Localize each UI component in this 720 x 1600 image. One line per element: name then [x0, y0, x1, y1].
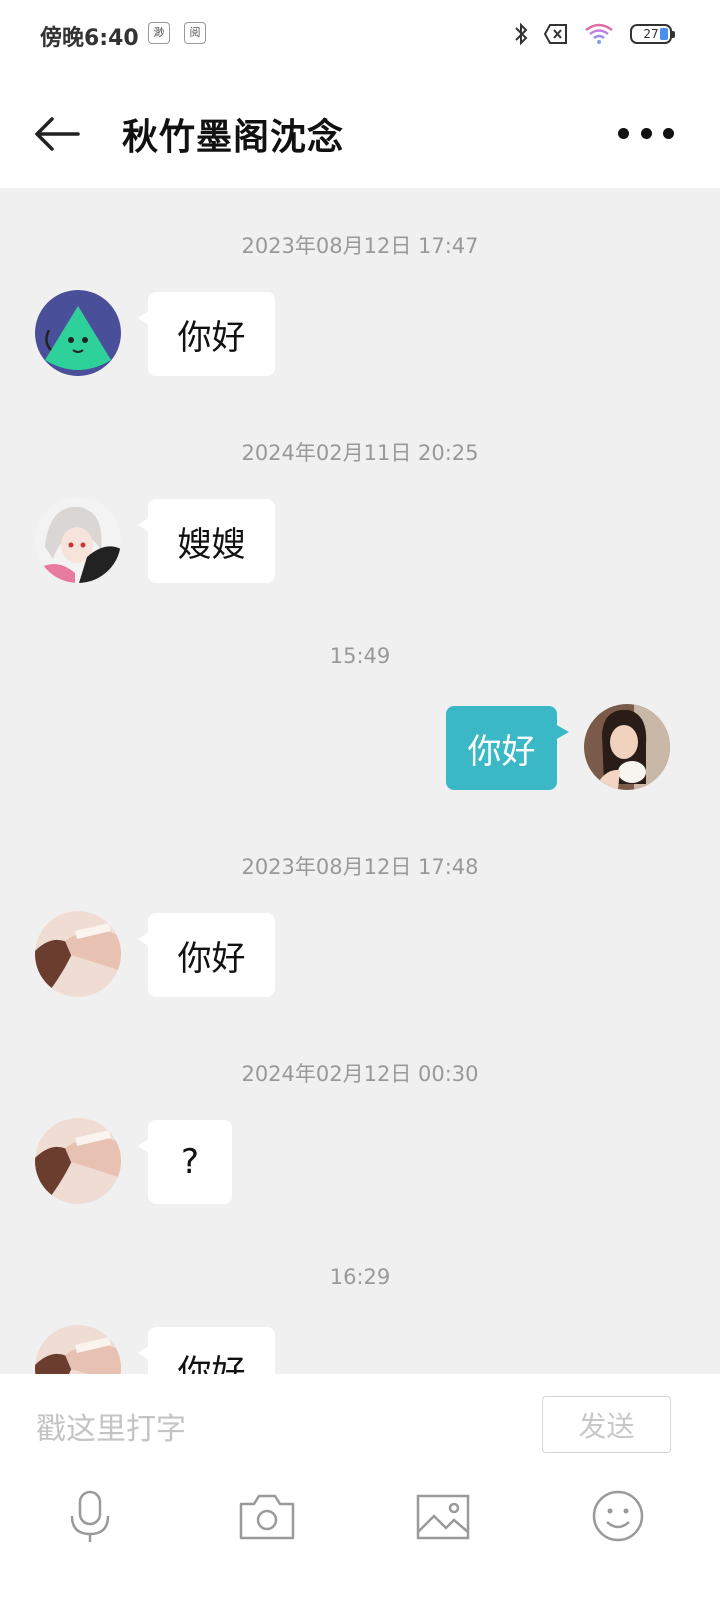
battery-icon: 27 — [630, 24, 675, 44]
camera-icon[interactable] — [236, 1486, 298, 1546]
message-bubble[interactable]: ? — [138, 1120, 232, 1204]
status-bar: 傍晚6:40 渺 阅 27 — [0, 0, 720, 70]
message-row: 你好 — [0, 911, 720, 1001]
chat-header: 秋竹墨阁沈念 — [0, 70, 720, 188]
arrow-left-icon — [35, 117, 80, 151]
avatar[interactable] — [584, 704, 670, 790]
chat-message-list[interactable]: 2023年08月12日 17:47 你好 2024年02月11日 20:25 嫂… — [0, 188, 720, 1374]
avatar[interactable] — [35, 911, 121, 997]
app-notification-icon: 渺 — [148, 22, 170, 44]
battery-level: 27 — [643, 27, 659, 41]
message-row: 你好 — [0, 290, 720, 380]
message-timestamp: 2024年02月11日 20:25 — [241, 441, 479, 465]
microphone-icon[interactable] — [60, 1486, 120, 1546]
message-timestamp: 16:29 — [329, 1265, 391, 1289]
image-icon[interactable] — [412, 1486, 474, 1546]
message-row: 你好 — [0, 1325, 720, 1374]
avatar[interactable] — [35, 290, 121, 376]
bluetooth-icon — [514, 22, 528, 46]
sim-error-icon — [544, 24, 568, 44]
message-input[interactable] — [36, 1404, 516, 1454]
chat-title: 秋竹墨阁沈念 — [122, 117, 345, 158]
message-timestamp: 2023年08月12日 17:47 — [241, 234, 479, 258]
avatar[interactable] — [35, 1325, 121, 1374]
status-indicators: 27 — [514, 20, 675, 48]
more-options-button[interactable] — [618, 126, 674, 140]
avatar[interactable] — [35, 1118, 121, 1204]
emoji-icon[interactable] — [588, 1486, 648, 1546]
message-timestamp: 2024年02月12日 00:30 — [241, 1062, 479, 1086]
avatar[interactable] — [35, 497, 121, 583]
message-row: 你好 — [0, 704, 720, 794]
more-horizontal-icon — [618, 127, 629, 139]
back-button[interactable] — [30, 106, 86, 162]
send-button[interactable]: 发送 — [542, 1396, 671, 1453]
message-bubble[interactable]: 你好 — [138, 913, 275, 997]
message-bubble[interactable]: 你好 — [446, 706, 569, 790]
message-timestamp: 15:49 — [329, 644, 391, 668]
message-bubble[interactable]: 嫂嫂 — [138, 499, 275, 583]
message-timestamp: 2023年08月12日 17:48 — [241, 855, 479, 879]
status-time: 傍晚6:40 — [40, 26, 139, 51]
message-bubble[interactable]: 你好 — [138, 292, 275, 376]
app-notification-icon: 阅 — [184, 22, 206, 44]
input-bar: 发送 — [0, 1374, 720, 1600]
message-row: 嫂嫂 — [0, 497, 720, 587]
wifi-icon — [584, 22, 614, 46]
message-row: ? — [0, 1118, 720, 1208]
message-bubble[interactable]: 你好 — [138, 1327, 275, 1374]
